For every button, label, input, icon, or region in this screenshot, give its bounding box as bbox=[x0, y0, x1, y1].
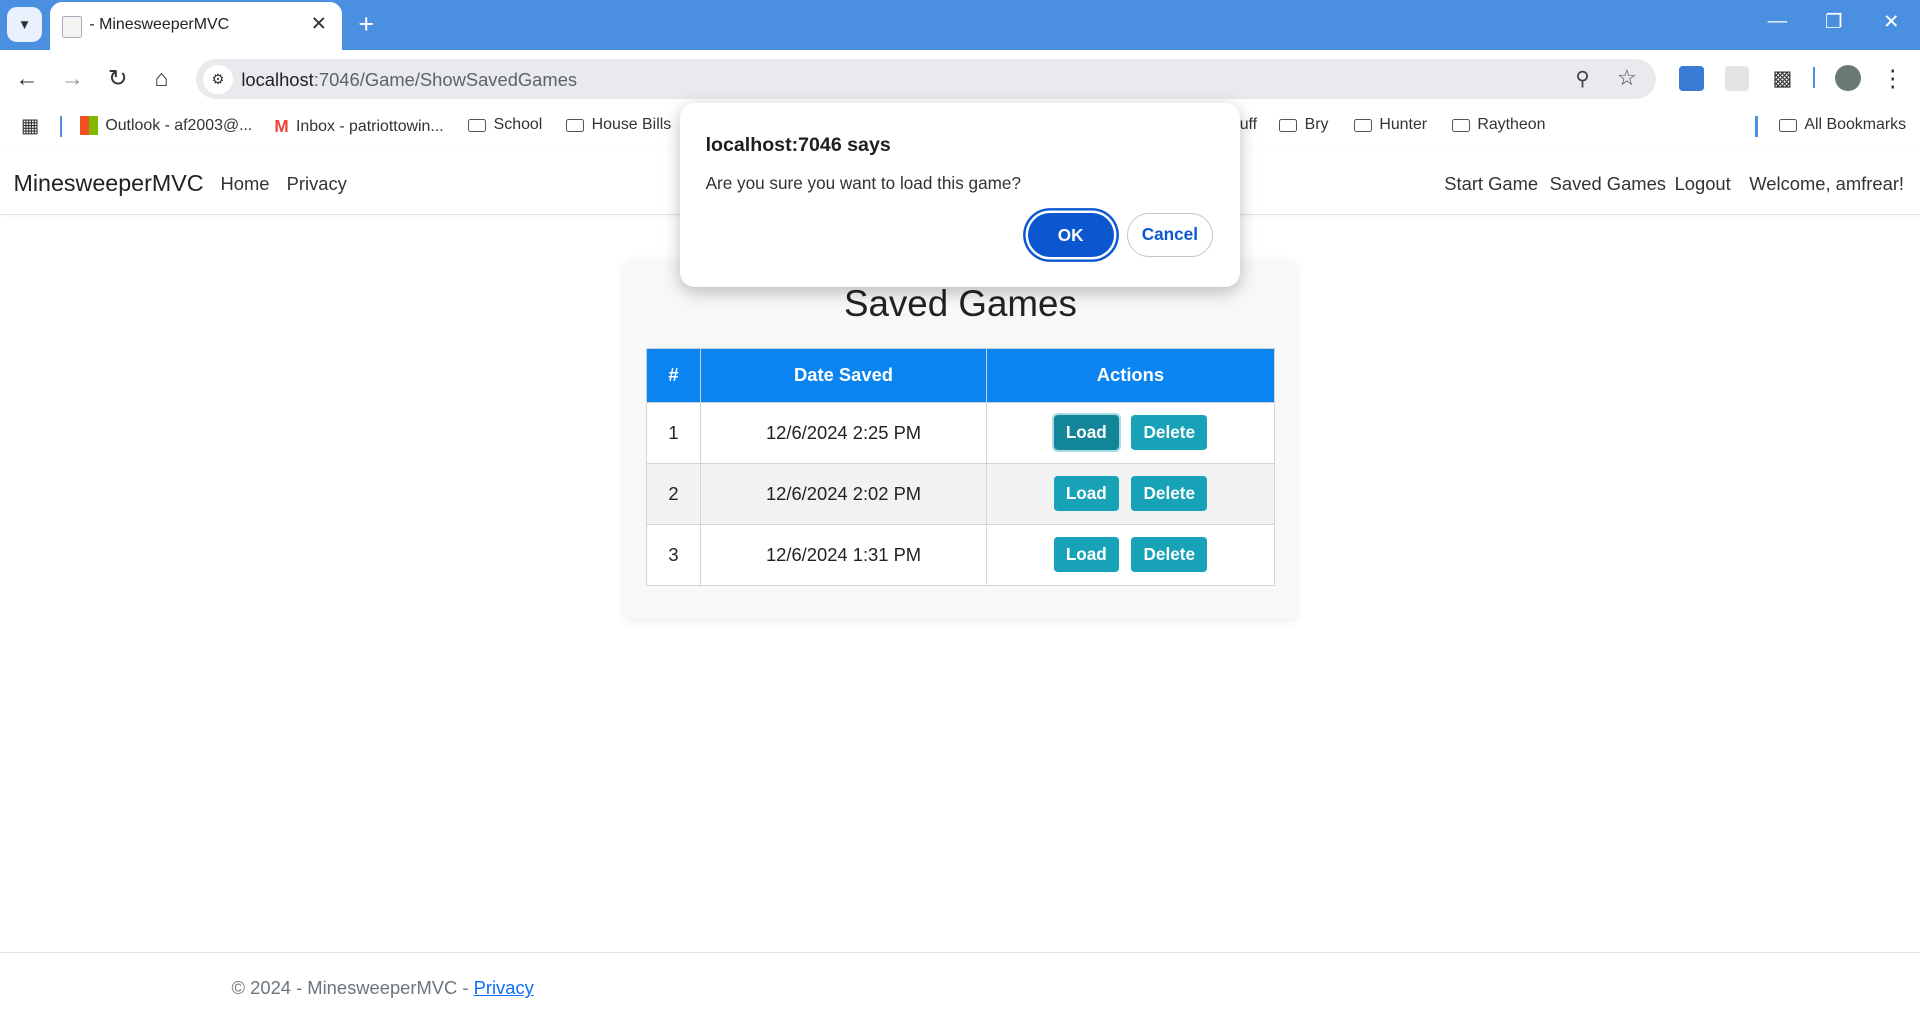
table-row: 1 12/6/2024 2:25 PM Load Delete bbox=[645, 401, 1276, 464]
url-text[interactable]: localhost:7046/Game/ShowSavedGames bbox=[241, 69, 577, 91]
column-header-number: # bbox=[645, 347, 702, 403]
dialog-title: localhost:7046 says bbox=[705, 133, 891, 156]
toolbar-divider bbox=[1813, 67, 1816, 89]
delete-button[interactable]: Delete bbox=[1131, 414, 1208, 451]
nav-home[interactable]: Home bbox=[221, 173, 270, 195]
cancel-button[interactable]: Cancel bbox=[1127, 213, 1213, 258]
confirm-dialog: localhost:7046 says Are you sure you wan… bbox=[679, 102, 1240, 287]
apps-grid-icon[interactable]: ▦ bbox=[21, 114, 40, 138]
back-icon[interactable]: ← bbox=[13, 65, 40, 92]
address-bar[interactable]: ⚙ localhost:7046/Game/ShowSavedGames ⚲ ☆ bbox=[196, 58, 1657, 100]
bookmark-hunter[interactable]: Hunter bbox=[1353, 116, 1427, 134]
footer: © 2024 - MinesweeperMVC - Privacy bbox=[0, 951, 1920, 1020]
forward-icon[interactable]: → bbox=[59, 65, 86, 92]
nav-start-game[interactable]: Start Game bbox=[1444, 173, 1538, 195]
delete-button[interactable]: Delete bbox=[1131, 536, 1208, 573]
browser-tab[interactable]: - MinesweeperMVC ✕ bbox=[50, 2, 342, 51]
bookmark-house-bills[interactable]: House Bills bbox=[565, 116, 671, 134]
folder-icon bbox=[1353, 118, 1372, 133]
folder-icon bbox=[1278, 118, 1298, 133]
row-date: 12/6/2024 2:02 PM bbox=[700, 462, 987, 525]
bookmark-raytheon[interactable]: Raytheon bbox=[1451, 116, 1545, 134]
saved-games-table: # Date Saved Actions 1 12/6/2024 2:25 PM… bbox=[645, 347, 1276, 586]
nav-logout[interactable]: Logout bbox=[1675, 173, 1731, 195]
bookmark-outlook[interactable]: Outlook - af2003@... bbox=[79, 116, 252, 135]
microsoft-icon bbox=[79, 116, 98, 135]
close-window-icon[interactable]: ✕ bbox=[1879, 10, 1904, 34]
extensions-puzzle-icon[interactable]: ▩ bbox=[1769, 65, 1796, 92]
page-icon bbox=[62, 15, 82, 38]
nav-privacy[interactable]: Privacy bbox=[287, 173, 347, 195]
new-tab-button[interactable]: + bbox=[353, 9, 380, 40]
minimize-icon[interactable]: — bbox=[1765, 10, 1790, 33]
table-row: 3 12/6/2024 1:31 PM Load Delete bbox=[645, 523, 1276, 586]
extension-s-icon[interactable] bbox=[1679, 66, 1704, 91]
bookmark-bry[interactable]: Bry bbox=[1278, 116, 1328, 134]
ok-button[interactable]: OK bbox=[1027, 213, 1114, 258]
dialog-message: Are you sure you want to load this game? bbox=[705, 172, 1021, 193]
page-title: Saved Games bbox=[843, 282, 1077, 324]
footer-text: © 2024 - MinesweeperMVC - Privacy bbox=[231, 977, 534, 999]
bookmark-school[interactable]: School bbox=[467, 116, 542, 134]
bookmark-divider bbox=[60, 116, 63, 138]
extension-icon[interactable] bbox=[1724, 66, 1750, 91]
folder-icon bbox=[565, 118, 585, 133]
row-date: 12/6/2024 2:25 PM bbox=[700, 401, 987, 464]
avatar[interactable] bbox=[1835, 64, 1861, 91]
bookmark-gmail[interactable]: M Inbox - patriottowin... bbox=[274, 116, 443, 137]
saved-games-card: Saved Games # Date Saved Actions 1 12/6/… bbox=[623, 259, 1298, 619]
reload-icon[interactable]: ↻ bbox=[104, 65, 131, 92]
star-icon[interactable]: ☆ bbox=[1617, 65, 1637, 91]
row-date: 12/6/2024 1:31 PM bbox=[700, 523, 987, 586]
tab-title: - MinesweeperMVC bbox=[89, 15, 230, 33]
row-actions: Load Delete bbox=[985, 462, 1276, 525]
row-number: 3 bbox=[645, 523, 702, 586]
welcome-text: Welcome, amfrear! bbox=[1749, 172, 1905, 194]
table-row: 2 12/6/2024 2:02 PM Load Delete bbox=[645, 462, 1276, 525]
tab-search-button[interactable]: ▼ bbox=[7, 7, 42, 42]
row-actions: Load Delete bbox=[985, 523, 1276, 586]
close-tab-icon[interactable]: ✕ bbox=[311, 12, 327, 36]
folder-icon bbox=[1778, 118, 1798, 133]
home-icon[interactable]: ⌂ bbox=[148, 65, 175, 92]
nav-saved-games[interactable]: Saved Games bbox=[1550, 173, 1666, 195]
brand-link[interactable]: MinesweeperMVC bbox=[13, 170, 203, 197]
folder-icon bbox=[1451, 118, 1470, 133]
chevron-down-icon: ▼ bbox=[17, 16, 32, 32]
column-header-actions: Actions bbox=[985, 347, 1276, 403]
folder-icon bbox=[467, 118, 487, 133]
gmail-icon: M bbox=[274, 116, 289, 137]
load-button[interactable]: Load bbox=[1053, 475, 1120, 512]
all-bookmarks[interactable]: All Bookmarks bbox=[1778, 116, 1906, 134]
load-button[interactable]: Load bbox=[1053, 536, 1120, 573]
row-actions: Load Delete bbox=[985, 401, 1276, 464]
zoom-icon[interactable]: ⚲ bbox=[1575, 67, 1589, 91]
menu-dots-icon[interactable]: ⋮ bbox=[1879, 65, 1906, 92]
footer-privacy-link[interactable]: Privacy bbox=[474, 977, 534, 998]
bookmark-divider bbox=[1755, 116, 1758, 138]
delete-button[interactable]: Delete bbox=[1131, 475, 1208, 512]
row-number: 2 bbox=[645, 462, 702, 525]
restore-icon[interactable]: ❐ bbox=[1822, 10, 1847, 34]
load-button[interactable]: Load bbox=[1051, 412, 1122, 453]
browser-titlebar: ▼ - MinesweeperMVC ✕ + — ❐ ✕ bbox=[0, 0, 1920, 51]
site-info-icon[interactable]: ⚙ bbox=[203, 64, 233, 95]
bookmark-stuff[interactable]: uff bbox=[1240, 116, 1257, 134]
row-number: 1 bbox=[645, 401, 702, 464]
column-header-date: Date Saved bbox=[700, 347, 987, 403]
browser-toolbar: ← → ↻ ⌂ ⚙ localhost:7046/Game/ShowSavedG… bbox=[0, 50, 1920, 108]
